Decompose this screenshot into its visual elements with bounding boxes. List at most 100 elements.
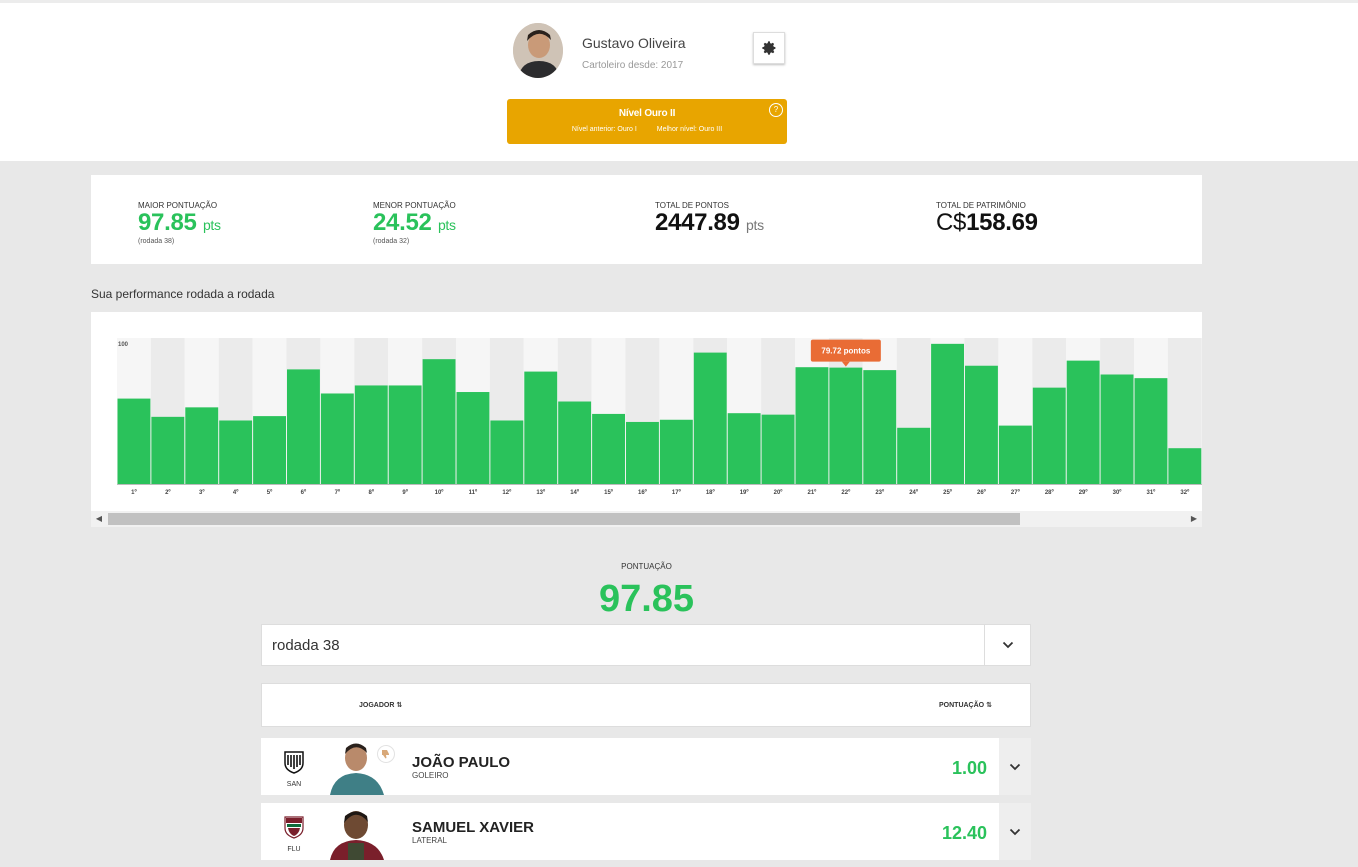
chart-bar[interactable] bbox=[388, 385, 422, 484]
chart-bar[interactable] bbox=[320, 393, 354, 484]
x-tick-label: 22º bbox=[841, 490, 851, 496]
x-tick-label: 31º bbox=[1147, 490, 1157, 496]
scroll-left-icon[interactable]: ◀ bbox=[91, 511, 107, 527]
x-tick-label: 1º bbox=[131, 490, 137, 496]
chart-bar[interactable] bbox=[117, 398, 151, 484]
sort-by-score[interactable]: PONTUAÇÃO ⇅ bbox=[939, 701, 992, 709]
chart-bar[interactable] bbox=[931, 343, 964, 484]
chart-bar[interactable] bbox=[693, 352, 727, 484]
x-tick-label: 14º bbox=[570, 490, 580, 496]
chart-bar[interactable] bbox=[151, 416, 185, 484]
table-row[interactable]: SAN JOÃO PAULO GOLEIRO 1.00 bbox=[261, 738, 1031, 795]
x-tick-label: 28º bbox=[1045, 490, 1055, 496]
chart-bar[interactable] bbox=[829, 367, 863, 484]
min-score-value: 24.52 bbox=[373, 209, 432, 236]
x-tick-label: 5º bbox=[267, 490, 273, 496]
club-abbr: SAN bbox=[286, 781, 302, 788]
chart-bar[interactable] bbox=[727, 413, 761, 484]
max-score-round: (rodada 38) bbox=[138, 238, 175, 245]
x-tick-label: 10º bbox=[435, 490, 445, 496]
chart-bar[interactable] bbox=[1100, 374, 1134, 485]
chart-bar[interactable] bbox=[1032, 387, 1066, 484]
x-tick-label: 19º bbox=[740, 490, 750, 496]
chart-bar[interactable] bbox=[490, 420, 524, 484]
chart-bar[interactable] bbox=[897, 427, 931, 484]
level-details: Nível anterior: Ouro I Melhor nível: Our… bbox=[507, 126, 787, 133]
level-banner: Nível Ouro II Nível anterior: Ouro I Mel… bbox=[507, 99, 787, 144]
x-tick-label: 25º bbox=[943, 490, 953, 496]
expand-row-button[interactable] bbox=[999, 738, 1031, 795]
chevron-down-icon[interactable] bbox=[984, 625, 1030, 665]
currency-symbol: C$ bbox=[936, 209, 967, 236]
chart-bar[interactable] bbox=[659, 419, 693, 484]
user-name: Gustavo Oliveira bbox=[582, 35, 686, 51]
chart-bar[interactable] bbox=[795, 367, 829, 484]
x-tick-label: 23º bbox=[875, 490, 885, 496]
chart-scrollbar[interactable]: ◀ ▶ bbox=[91, 511, 1202, 527]
chart-bar[interactable] bbox=[1168, 448, 1202, 484]
chart-bar[interactable] bbox=[287, 369, 320, 484]
scroll-right-icon[interactable]: ▶ bbox=[1186, 511, 1202, 527]
x-tick-label: 9º bbox=[402, 490, 408, 496]
x-tick-label: 16º bbox=[638, 490, 648, 496]
chart-bar[interactable] bbox=[592, 413, 625, 484]
player-position: LATERAL bbox=[412, 836, 447, 845]
thumbs-down-icon[interactable] bbox=[377, 745, 395, 763]
score-value: 97.85 bbox=[598, 578, 695, 620]
chart-bar[interactable] bbox=[626, 421, 659, 484]
chart-bar[interactable] bbox=[253, 416, 286, 484]
chevron-down-icon bbox=[1009, 828, 1021, 835]
chart-bar[interactable] bbox=[863, 370, 897, 484]
club-badge: SAN bbox=[279, 750, 309, 788]
min-score-stat: MENOR PONTUAÇÃO 24.52 pts (rodada 32) bbox=[373, 201, 456, 245]
round-select[interactable]: rodada 38 bbox=[261, 624, 1031, 666]
sort-by-player[interactable]: JOGADOR ⇅ bbox=[359, 701, 402, 709]
settings-button[interactable] bbox=[753, 32, 785, 64]
avatar[interactable] bbox=[513, 23, 563, 78]
x-tick-label: 29º bbox=[1079, 490, 1089, 496]
sort-icon: ⇅ bbox=[396, 702, 403, 709]
scroll-thumb[interactable] bbox=[108, 513, 1020, 525]
chart-bar[interactable] bbox=[185, 407, 219, 484]
score-label: PONTUAÇÃO bbox=[621, 562, 672, 571]
x-tick-label: 27º bbox=[1011, 490, 1021, 496]
x-tick-label: 12º bbox=[502, 490, 512, 496]
chart-bar[interactable] bbox=[558, 401, 592, 484]
gear-icon bbox=[762, 41, 776, 55]
expand-row-button[interactable] bbox=[999, 803, 1031, 860]
chart-bar[interactable] bbox=[354, 385, 388, 484]
x-tick-label: 7º bbox=[335, 490, 341, 496]
chart-bar[interactable] bbox=[524, 371, 558, 484]
chart-bar[interactable] bbox=[456, 392, 490, 484]
chart-bar[interactable] bbox=[761, 414, 795, 484]
stats-card: MAIOR PONTUAÇÃO 97.85 pts (rodada 38) ME… bbox=[91, 175, 1202, 264]
chart-bar[interactable] bbox=[1134, 378, 1168, 484]
chart-tooltip-text: 79.72 pontos bbox=[821, 347, 870, 356]
help-icon[interactable]: ? bbox=[769, 103, 783, 117]
x-tick-label: 24º bbox=[909, 490, 919, 496]
player-photo bbox=[326, 803, 390, 860]
player-name: SAMUEL XAVIER bbox=[412, 819, 534, 836]
chart-bar[interactable] bbox=[965, 365, 998, 484]
x-tick-label: 3º bbox=[199, 490, 205, 496]
patrimony-stat: TOTAL DE PATRIMÔNIO C$158.69 bbox=[936, 201, 1038, 236]
level-title: Nível Ouro II bbox=[618, 108, 676, 119]
club-badge: FLU bbox=[279, 815, 309, 853]
club-abbr: FLU bbox=[287, 846, 301, 853]
member-since: Cartoleiro desde: 2017 bbox=[582, 60, 684, 71]
x-tick-label: 17º bbox=[672, 490, 682, 496]
chart-bar[interactable] bbox=[219, 420, 253, 484]
player-score: 12.40 bbox=[941, 823, 987, 843]
x-tick-label: 8º bbox=[368, 490, 374, 496]
total-points-value: 2447.89 bbox=[655, 209, 740, 236]
round-select-value: rodada 38 bbox=[272, 637, 340, 654]
player-score: 1.00 bbox=[951, 758, 987, 778]
x-tick-label: 20º bbox=[774, 490, 784, 496]
chart-bar[interactable] bbox=[998, 425, 1032, 484]
chart-bar[interactable] bbox=[1066, 360, 1100, 484]
x-tick-label: 21º bbox=[808, 490, 818, 496]
chart-bar[interactable] bbox=[422, 359, 456, 484]
player-position: GOLEIRO bbox=[412, 771, 449, 780]
performance-title: Sua performance rodada a rodada bbox=[91, 287, 275, 301]
table-row[interactable]: FLU SAMUEL XAVIER LATERAL 12.40 bbox=[261, 803, 1031, 860]
